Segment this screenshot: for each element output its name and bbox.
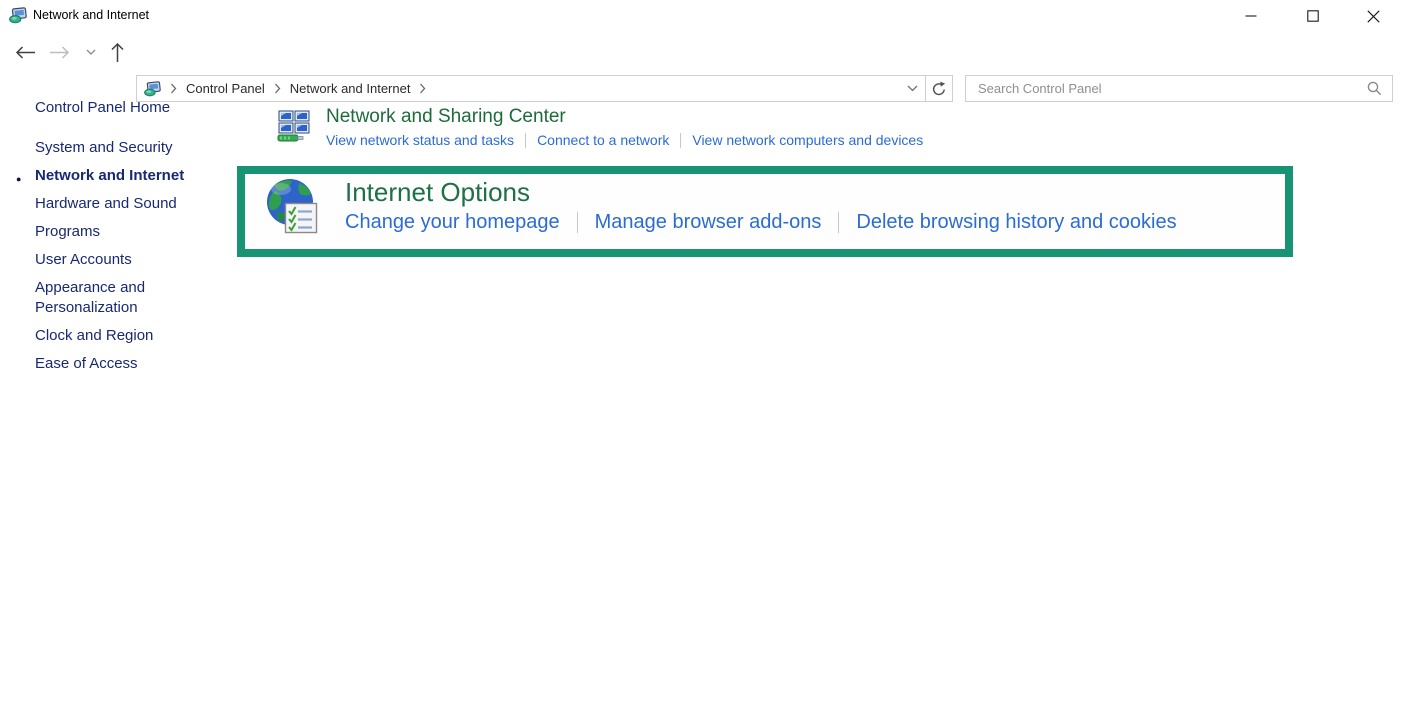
window-title: Network and Internet: [33, 8, 150, 22]
link-separator: [680, 132, 682, 148]
breadcrumb-chevron-icon[interactable]: [419, 83, 426, 94]
breadcrumb-item-network-and-internet[interactable]: Network and Internet: [290, 81, 411, 96]
sidebar-item-user-accounts[interactable]: User Accounts: [35, 250, 193, 270]
active-item-bullet: ●: [16, 174, 22, 184]
link-separator: [525, 132, 527, 148]
sidebar-item-appearance-and-personalization[interactable]: Appearance and Personalization: [35, 278, 193, 318]
search-input[interactable]: [966, 81, 1367, 96]
link-delete-browsing-history-and-cookies[interactable]: Delete browsing history and cookies: [856, 211, 1176, 234]
minimize-button[interactable]: [1220, 0, 1282, 32]
network-sharing-center-icon[interactable]: [277, 109, 312, 150]
close-button[interactable]: [1342, 0, 1404, 32]
forward-icon: [49, 45, 69, 59]
close-icon: [1366, 9, 1380, 23]
up-icon: [110, 42, 124, 62]
sidebar-item-system-and-security[interactable]: System and Security: [35, 138, 193, 158]
sidebar-item-label: Network and Internet: [35, 167, 185, 184]
back-button[interactable]: [12, 32, 38, 72]
forward-button[interactable]: [46, 32, 72, 72]
internet-options-globe-icon[interactable]: [265, 177, 321, 240]
link-change-your-homepage[interactable]: Change your homepage: [345, 211, 560, 234]
breadcrumb-chevron-icon[interactable]: [274, 83, 281, 94]
link-view-network-computers-and-devices[interactable]: View network computers and devices: [692, 132, 923, 148]
breadcrumb-item-control-panel[interactable]: Control Panel: [186, 81, 265, 96]
recent-locations-chevron-icon: [86, 49, 96, 55]
maximize-button[interactable]: [1282, 0, 1344, 32]
back-icon: [15, 45, 35, 59]
maximize-icon: [1307, 10, 1319, 22]
task-links-row: Change your homepage Manage browser add-…: [345, 211, 1177, 234]
breadcrumb: Control Panel Network and Internet: [161, 81, 435, 96]
section-network-and-sharing-center: Network and Sharing Center View network …: [277, 105, 923, 150]
link-manage-browser-add-ons[interactable]: Manage browser add-ons: [595, 211, 822, 234]
breadcrumb-chevron-icon: [170, 83, 177, 94]
dropdown-chevron-icon: [907, 85, 917, 92]
sidebar-item-programs[interactable]: Programs: [35, 222, 193, 242]
sidebar-item-ease-of-access[interactable]: Ease of Access: [35, 354, 193, 374]
control-panel-window: Network and Internet Control Panel Netwo…: [0, 0, 1404, 712]
search-box: [965, 75, 1393, 102]
link-separator: [838, 212, 840, 233]
sidebar-item-clock-and-region[interactable]: Clock and Region: [35, 326, 193, 346]
minimize-icon: [1245, 15, 1257, 17]
link-view-network-status-and-tasks[interactable]: View network status and tasks: [326, 132, 514, 148]
search-icon[interactable]: [1367, 81, 1382, 96]
recent-locations-button[interactable]: [82, 32, 100, 72]
control-panel-icon: [144, 80, 161, 97]
title-bar: Network and Internet: [0, 0, 1404, 32]
internet-options-highlight-box: Internet Options Change your homepage Ma…: [237, 166, 1293, 257]
control-panel-icon: [9, 7, 27, 29]
refresh-button[interactable]: [925, 76, 952, 101]
task-links-row: View network status and tasks Connect to…: [326, 132, 923, 148]
up-button[interactable]: [106, 32, 128, 72]
sidebar: Control Panel Home System and Security ●…: [16, 98, 193, 382]
link-connect-to-a-network[interactable]: Connect to a network: [537, 132, 669, 148]
section-title-network-and-sharing-center[interactable]: Network and Sharing Center: [326, 105, 923, 129]
address-bar[interactable]: Control Panel Network and Internet: [136, 75, 953, 102]
sidebar-item-hardware-and-sound[interactable]: Hardware and Sound: [35, 194, 193, 214]
sidebar-item-control-panel-home[interactable]: Control Panel Home: [35, 98, 193, 118]
address-dropdown-button[interactable]: [899, 76, 925, 101]
refresh-icon: [932, 81, 946, 95]
navigation-toolbar: Control Panel Network and Internet: [0, 32, 1404, 102]
sidebar-item-network-and-internet[interactable]: ● Network and Internet: [16, 166, 193, 186]
link-separator: [576, 212, 578, 233]
section-title-internet-options[interactable]: Internet Options: [345, 175, 1177, 209]
